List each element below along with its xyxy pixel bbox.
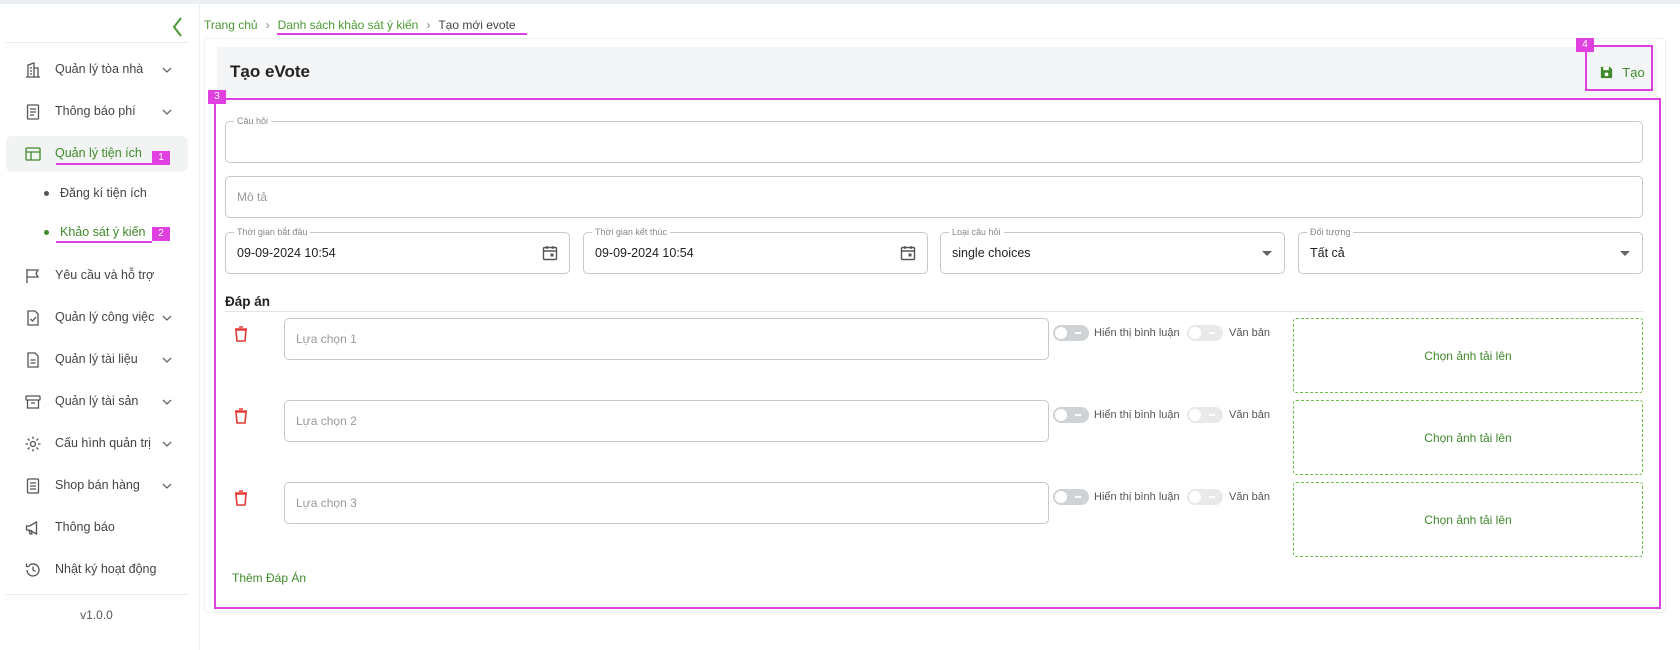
- sidebar-item-label: Nhật ký hoạt động: [55, 562, 157, 576]
- building-icon: [26, 62, 40, 78]
- chevron-down-icon: [162, 67, 172, 73]
- breadcrumb-home[interactable]: Trang chủ: [204, 18, 258, 32]
- sidebar-item-label: Yêu cầu và hỗ trợ: [55, 268, 155, 282]
- sidebar-item-label: Thông báo: [55, 520, 115, 534]
- sidebar-item-label: Quản lý công việc: [55, 310, 155, 324]
- sidebar-subitem-label: Đăng kí tiện ích: [60, 186, 147, 200]
- breadcrumb: Trang chủ › Danh sách khảo sát ý kiến › …: [204, 18, 516, 32]
- sidebar-item-support[interactable]: Yêu cầu và hỗ trợ: [6, 258, 188, 294]
- sidebar-item-documents[interactable]: Quản lý tài liệu: [6, 342, 188, 378]
- sidebar-item-tasks[interactable]: Quản lý công việc: [6, 300, 188, 336]
- annotation-tag: 3: [208, 90, 226, 104]
- receipt-icon: [26, 104, 40, 120]
- chevron-down-icon: [162, 109, 172, 115]
- sidebar-item-label: Cấu hình quản trị: [55, 436, 151, 450]
- sidebar-item-label: Quản lý tài liệu: [55, 352, 138, 366]
- bullet-icon: [44, 230, 49, 235]
- archive-icon: [25, 395, 41, 409]
- annotation-tag: 4: [1576, 38, 1594, 52]
- sidebar-item-label: Quản lý tòa nhà: [55, 62, 144, 76]
- flag-icon: [26, 269, 40, 283]
- sidebar-item-building[interactable]: Quản lý tòa nhà: [6, 52, 188, 88]
- annotation-underline: [56, 163, 152, 165]
- layout-icon: [25, 147, 41, 161]
- breadcrumb-survey-list[interactable]: Danh sách khảo sát ý kiến: [278, 18, 419, 32]
- bullet-icon: [44, 191, 49, 196]
- sidebar-divider: [6, 594, 188, 595]
- top-border: [0, 0, 1680, 4]
- breadcrumb-separator: ›: [265, 18, 270, 32]
- history-icon: [25, 563, 40, 577]
- shop-icon: [26, 478, 40, 494]
- sidebar-item-label: Quản lý tiện ích: [55, 146, 142, 160]
- sidebar-item-activity-log[interactable]: Nhật ký hoạt động: [6, 552, 188, 588]
- chevron-down-icon: [162, 483, 172, 489]
- annotation-box: [1585, 45, 1653, 91]
- sidebar-item-label: Quản lý tài sản: [55, 394, 139, 408]
- sidebar-subitem-label: Khảo sát ý kiến: [60, 225, 146, 239]
- megaphone-icon: [25, 520, 38, 536]
- annotation-underline: [277, 33, 527, 35]
- chevron-left-icon[interactable]: [168, 14, 188, 40]
- page-title: Tạo eVote: [230, 62, 310, 81]
- gear-icon: [25, 436, 41, 452]
- chevron-down-icon: [162, 399, 172, 405]
- sidebar-item-notifications[interactable]: Thông báo: [6, 510, 188, 546]
- sidebar: Quản lý tòa nhà Thông báo phí Quản lý ti…: [0, 4, 200, 650]
- annotation-underline: [56, 241, 152, 243]
- annotation-tag: 1: [152, 151, 170, 165]
- sidebar-item-assets[interactable]: Quản lý tài sản: [6, 384, 188, 420]
- sidebar-item-admin-config[interactable]: Cấu hình quản trị: [6, 426, 188, 462]
- card-header: Tạo eVote Tạo: [217, 47, 1657, 97]
- annotation-box: [214, 98, 1661, 609]
- breadcrumb-separator: ›: [426, 18, 431, 32]
- chevron-down-icon: [162, 315, 172, 321]
- sidebar-item-label: Thông báo phí: [55, 104, 136, 118]
- sidebar-divider: [6, 42, 188, 43]
- chevron-down-icon: [162, 441, 172, 447]
- task-icon: [27, 310, 39, 326]
- sidebar-item-shop[interactable]: Shop bán hàng: [6, 468, 188, 504]
- app-version: v1.0.0: [80, 608, 113, 622]
- annotation-tag: 2: [152, 227, 170, 241]
- chevron-down-icon: [162, 357, 172, 363]
- sidebar-item-fee[interactable]: Thông báo phí: [6, 94, 188, 130]
- sidebar-item-label: Shop bán hàng: [55, 478, 140, 492]
- breadcrumb-current: Tạo mới evote: [438, 18, 516, 32]
- document-icon: [27, 352, 39, 368]
